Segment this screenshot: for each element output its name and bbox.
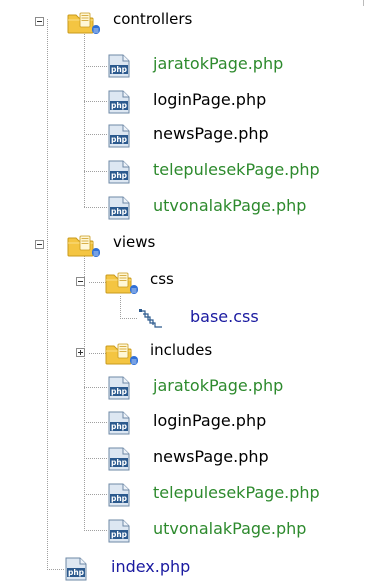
svg-text:php: php bbox=[111, 171, 128, 180]
file-label: telepulesekPage.php bbox=[153, 160, 320, 179]
folder-label: views bbox=[113, 233, 156, 251]
folder-label: includes bbox=[150, 341, 213, 359]
file-label: newsPage.php bbox=[153, 447, 269, 466]
file-tree: controllers php jaratokPage.php php logi… bbox=[0, 0, 375, 581]
php-file-icon: php bbox=[108, 196, 130, 220]
svg-text:php: php bbox=[111, 135, 128, 144]
file-label: loginPage.php bbox=[153, 411, 267, 430]
svg-text:php: php bbox=[111, 207, 128, 216]
php-file-icon: php bbox=[108, 519, 130, 543]
folder-icon bbox=[105, 343, 138, 365]
tree-node-file[interactable]: php utvonalakPage.php bbox=[0, 193, 375, 221]
file-label: index.php bbox=[111, 557, 191, 576]
folder-icon bbox=[67, 235, 100, 257]
svg-text:php: php bbox=[111, 422, 128, 431]
tree-node-file[interactable]: php loginPage.php bbox=[0, 408, 375, 436]
file-label: utvonalakPage.php bbox=[153, 519, 307, 538]
file-label: base.css bbox=[190, 307, 259, 326]
collapse-toggle-css[interactable] bbox=[76, 277, 85, 286]
php-file-icon: php bbox=[108, 90, 130, 114]
tree-node-controllers[interactable]: controllers bbox=[0, 8, 375, 36]
svg-text:php: php bbox=[111, 65, 128, 74]
php-file-icon: php bbox=[108, 160, 130, 184]
tree-node-file[interactable]: php telepulesekPage.php bbox=[0, 480, 375, 508]
css-file-icon bbox=[139, 309, 162, 328]
svg-text:php: php bbox=[68, 568, 85, 577]
tree-node-includes[interactable]: includes bbox=[0, 339, 375, 367]
tree-node-views[interactable]: views bbox=[0, 231, 375, 259]
svg-text:php: php bbox=[111, 530, 128, 539]
php-file-icon: php bbox=[108, 54, 130, 78]
tree-node-file[interactable]: php telepulesekPage.php bbox=[0, 157, 375, 185]
tree-node-file[interactable]: php newsPage.php bbox=[0, 121, 375, 149]
tree-node-css[interactable]: css bbox=[0, 268, 375, 296]
svg-text:php: php bbox=[111, 387, 128, 396]
folder-label: controllers bbox=[113, 10, 193, 28]
folder-icon bbox=[105, 272, 138, 294]
php-file-icon: php bbox=[108, 411, 130, 435]
expand-toggle-includes[interactable] bbox=[76, 348, 85, 357]
tree-node-file[interactable]: php jaratokPage.php bbox=[0, 51, 375, 79]
folder-label: css bbox=[150, 270, 174, 288]
tree-node-file[interactable]: php utvonalakPage.php bbox=[0, 516, 375, 544]
file-label: loginPage.php bbox=[153, 90, 267, 109]
php-file-icon: php bbox=[65, 557, 87, 581]
folder-icon bbox=[67, 12, 100, 34]
collapse-toggle-views[interactable] bbox=[35, 240, 44, 249]
php-file-icon: php bbox=[108, 447, 130, 471]
svg-text:php: php bbox=[111, 494, 128, 503]
file-label: newsPage.php bbox=[153, 124, 269, 143]
php-file-icon: php bbox=[108, 483, 130, 507]
file-label: telepulesekPage.php bbox=[153, 483, 320, 502]
svg-text:php: php bbox=[111, 101, 128, 110]
tree-node-file[interactable]: base.css bbox=[0, 304, 375, 332]
collapse-toggle-controllers[interactable] bbox=[35, 17, 44, 26]
tree-node-file[interactable]: php loginPage.php bbox=[0, 87, 375, 115]
tree-node-file[interactable]: php jaratokPage.php bbox=[0, 373, 375, 401]
file-label: utvonalakPage.php bbox=[153, 196, 307, 215]
php-file-icon: php bbox=[108, 376, 130, 400]
file-label: jaratokPage.php bbox=[153, 54, 284, 73]
php-file-icon: php bbox=[108, 124, 130, 148]
svg-text:php: php bbox=[111, 458, 128, 467]
file-label: jaratokPage.php bbox=[153, 376, 284, 395]
tree-node-file[interactable]: php newsPage.php bbox=[0, 444, 375, 472]
